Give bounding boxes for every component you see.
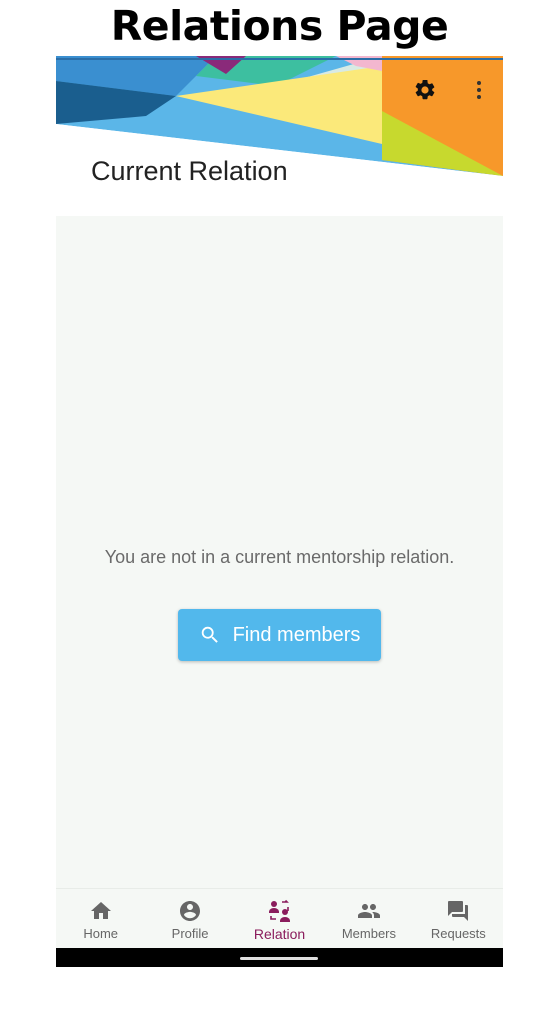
nav-item-members[interactable]: Members xyxy=(324,889,413,949)
nav-label-profile: Profile xyxy=(171,926,209,941)
more-vert-icon xyxy=(477,81,481,99)
nav-label-home: Home xyxy=(83,926,119,941)
forum-icon xyxy=(448,901,469,921)
page-caption: Relations Page xyxy=(110,2,449,50)
bottom-navigation: Home Profile Relation Members Requests xyxy=(56,888,503,949)
main-content: You are not in a current mentorship rela… xyxy=(56,216,503,888)
system-navigation-bar xyxy=(56,948,503,967)
nav-label-requests: Requests xyxy=(430,926,486,941)
account-circle-icon xyxy=(180,901,201,921)
nav-item-relation[interactable]: Relation xyxy=(235,889,324,949)
relation-icon xyxy=(268,899,290,922)
more-options-button[interactable] xyxy=(465,76,493,104)
gesture-handle[interactable] xyxy=(240,957,318,960)
settings-button[interactable] xyxy=(411,76,439,104)
nav-item-profile[interactable]: Profile xyxy=(145,889,234,949)
nav-item-home[interactable]: Home xyxy=(56,889,145,949)
nav-item-requests[interactable]: Requests xyxy=(414,889,503,949)
gear-icon xyxy=(415,79,435,100)
people-icon xyxy=(357,904,380,918)
search-icon xyxy=(201,626,218,643)
empty-state-message: You are not in a current mentorship rela… xyxy=(104,547,455,567)
nav-label-members: Members xyxy=(341,926,397,941)
page-title: Current Relation xyxy=(91,156,288,186)
home-icon xyxy=(90,902,111,919)
find-members-button[interactable]: Find members xyxy=(178,609,381,661)
phone-screen: Current Relation You are not in a curren… xyxy=(56,56,503,967)
nav-label-relation: Relation xyxy=(253,926,306,942)
find-members-label: Find members xyxy=(232,623,361,646)
